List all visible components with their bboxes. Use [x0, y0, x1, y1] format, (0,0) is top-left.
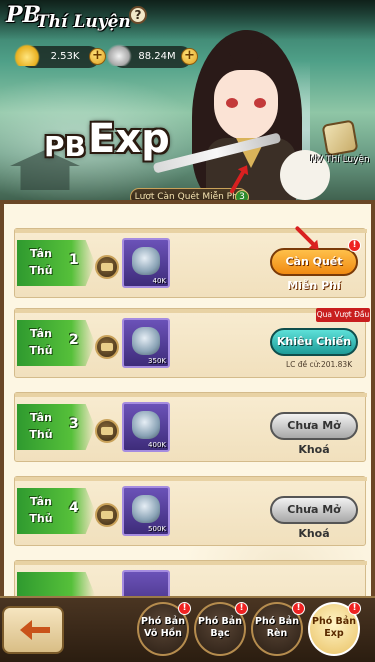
recommended-power: LC đề cử:201.83K [286, 360, 353, 369]
back-arrow-icon [20, 620, 50, 640]
list-item: Tân Thủ 2 350K Khiêu Chiến LC đề cử:201.… [14, 308, 367, 378]
banner-title: PB Exp [44, 116, 170, 176]
tier-badge: Tân Thủ 4 [17, 488, 95, 534]
quest-label: NV Thí Luyện [310, 155, 370, 165]
beast-head-icon [132, 327, 160, 355]
back-button[interactable] [2, 606, 64, 654]
bottom-nav: Phó Bản Võ Hồn ! Phó Bản Bạc ! Phó Bản R… [0, 596, 375, 662]
reward-slot[interactable]: 40K [122, 238, 170, 288]
reward-quantity: 400K [148, 441, 166, 449]
tier-badge: Tân Thủ 3 [17, 404, 95, 450]
list-item: Tân Thủ 1 40K Càn Quét Miễn Phí ! [14, 228, 367, 298]
tier-level: 2 [69, 332, 79, 348]
reward-slot[interactable]: 500K [122, 486, 170, 536]
locked-button[interactable]: Chưa Mở Khoá [270, 496, 358, 540]
character-hair-bun [228, 30, 262, 64]
character-eye-right [254, 98, 266, 108]
tier-level: 4 [69, 500, 79, 516]
tier-badge: Tân Thủ 2 [17, 320, 95, 366]
tab-label: Phó Bản Võ Hồn [141, 616, 185, 639]
banner-pb: PB [44, 130, 86, 163]
reward-quantity: 40K [152, 277, 167, 285]
page-title-thi-luyen: Thí Luyện [36, 12, 131, 32]
tier-label: Tân Thủ [29, 247, 53, 277]
gold-ingot-icon [14, 44, 40, 66]
list-item: Tân Thủ 4 500K Chưa Mở Khoá [14, 476, 367, 546]
tier-label: Tân Thủ [29, 327, 53, 357]
character-eye-left [226, 98, 238, 108]
page-title: PB Thí Luyện [6, 2, 176, 38]
alert-icon: ! [348, 602, 361, 615]
alert-icon: ! [235, 602, 248, 615]
character-face [214, 70, 278, 140]
silver-currency: 88.24M + [106, 44, 198, 68]
tier-level: 3 [69, 416, 79, 432]
alert-icon: ! [292, 602, 305, 615]
gold-currency: 2.53K + [14, 44, 106, 68]
silver-coin-icon [106, 44, 132, 66]
stage-list: Tân Thủ 1 40K Càn Quét Miễn Phí ! Tân Th… [0, 200, 375, 600]
tier-label: Tân Thủ [29, 411, 53, 441]
scroll-icon [321, 119, 359, 157]
beast-head-icon [132, 411, 160, 439]
reward-preview-button[interactable] [95, 255, 119, 279]
reward-preview-button[interactable] [95, 503, 119, 527]
help-icon[interactable]: ? [129, 6, 147, 24]
quest-button[interactable]: NV Thí Luyện [310, 119, 370, 170]
reward-preview-button[interactable] [95, 335, 119, 359]
alert-icon: ! [178, 602, 191, 615]
tier-label: Tân Thủ [29, 495, 53, 525]
gold-value: 2.53K [50, 51, 80, 62]
reward-quantity: 350K [148, 357, 166, 365]
beast-head-icon [132, 247, 160, 275]
first-clear-ribbon: Qua Vượt Đầu [316, 308, 370, 322]
tier-badge: Tân Thủ 1 [17, 240, 95, 286]
alert-icon: ! [348, 239, 361, 252]
reward-preview-button[interactable] [95, 419, 119, 443]
reward-quantity: 500K [148, 525, 166, 533]
list-item: Tân Thủ 3 400K Chưa Mở Khoá [14, 392, 367, 462]
challenge-button[interactable]: Khiêu Chiến [270, 328, 358, 356]
silver-value: 88.24M [138, 51, 176, 62]
locked-button[interactable]: Chưa Mở Khoá [270, 412, 358, 456]
reward-slot[interactable]: 400K [122, 402, 170, 452]
banner-exp: Exp [88, 116, 170, 162]
tab-label: Phó Bản Bạc [198, 616, 242, 639]
list-item [14, 560, 367, 600]
beast-head-icon [132, 495, 160, 523]
tab-label: Phó Bản Exp [312, 616, 356, 639]
reward-slot[interactable]: 350K [122, 318, 170, 368]
silver-plus-button[interactable]: + [181, 48, 198, 65]
tab-label: Phó Bản Rèn [255, 616, 299, 639]
gold-plus-button[interactable]: + [89, 48, 106, 65]
tier-level: 1 [69, 252, 79, 268]
